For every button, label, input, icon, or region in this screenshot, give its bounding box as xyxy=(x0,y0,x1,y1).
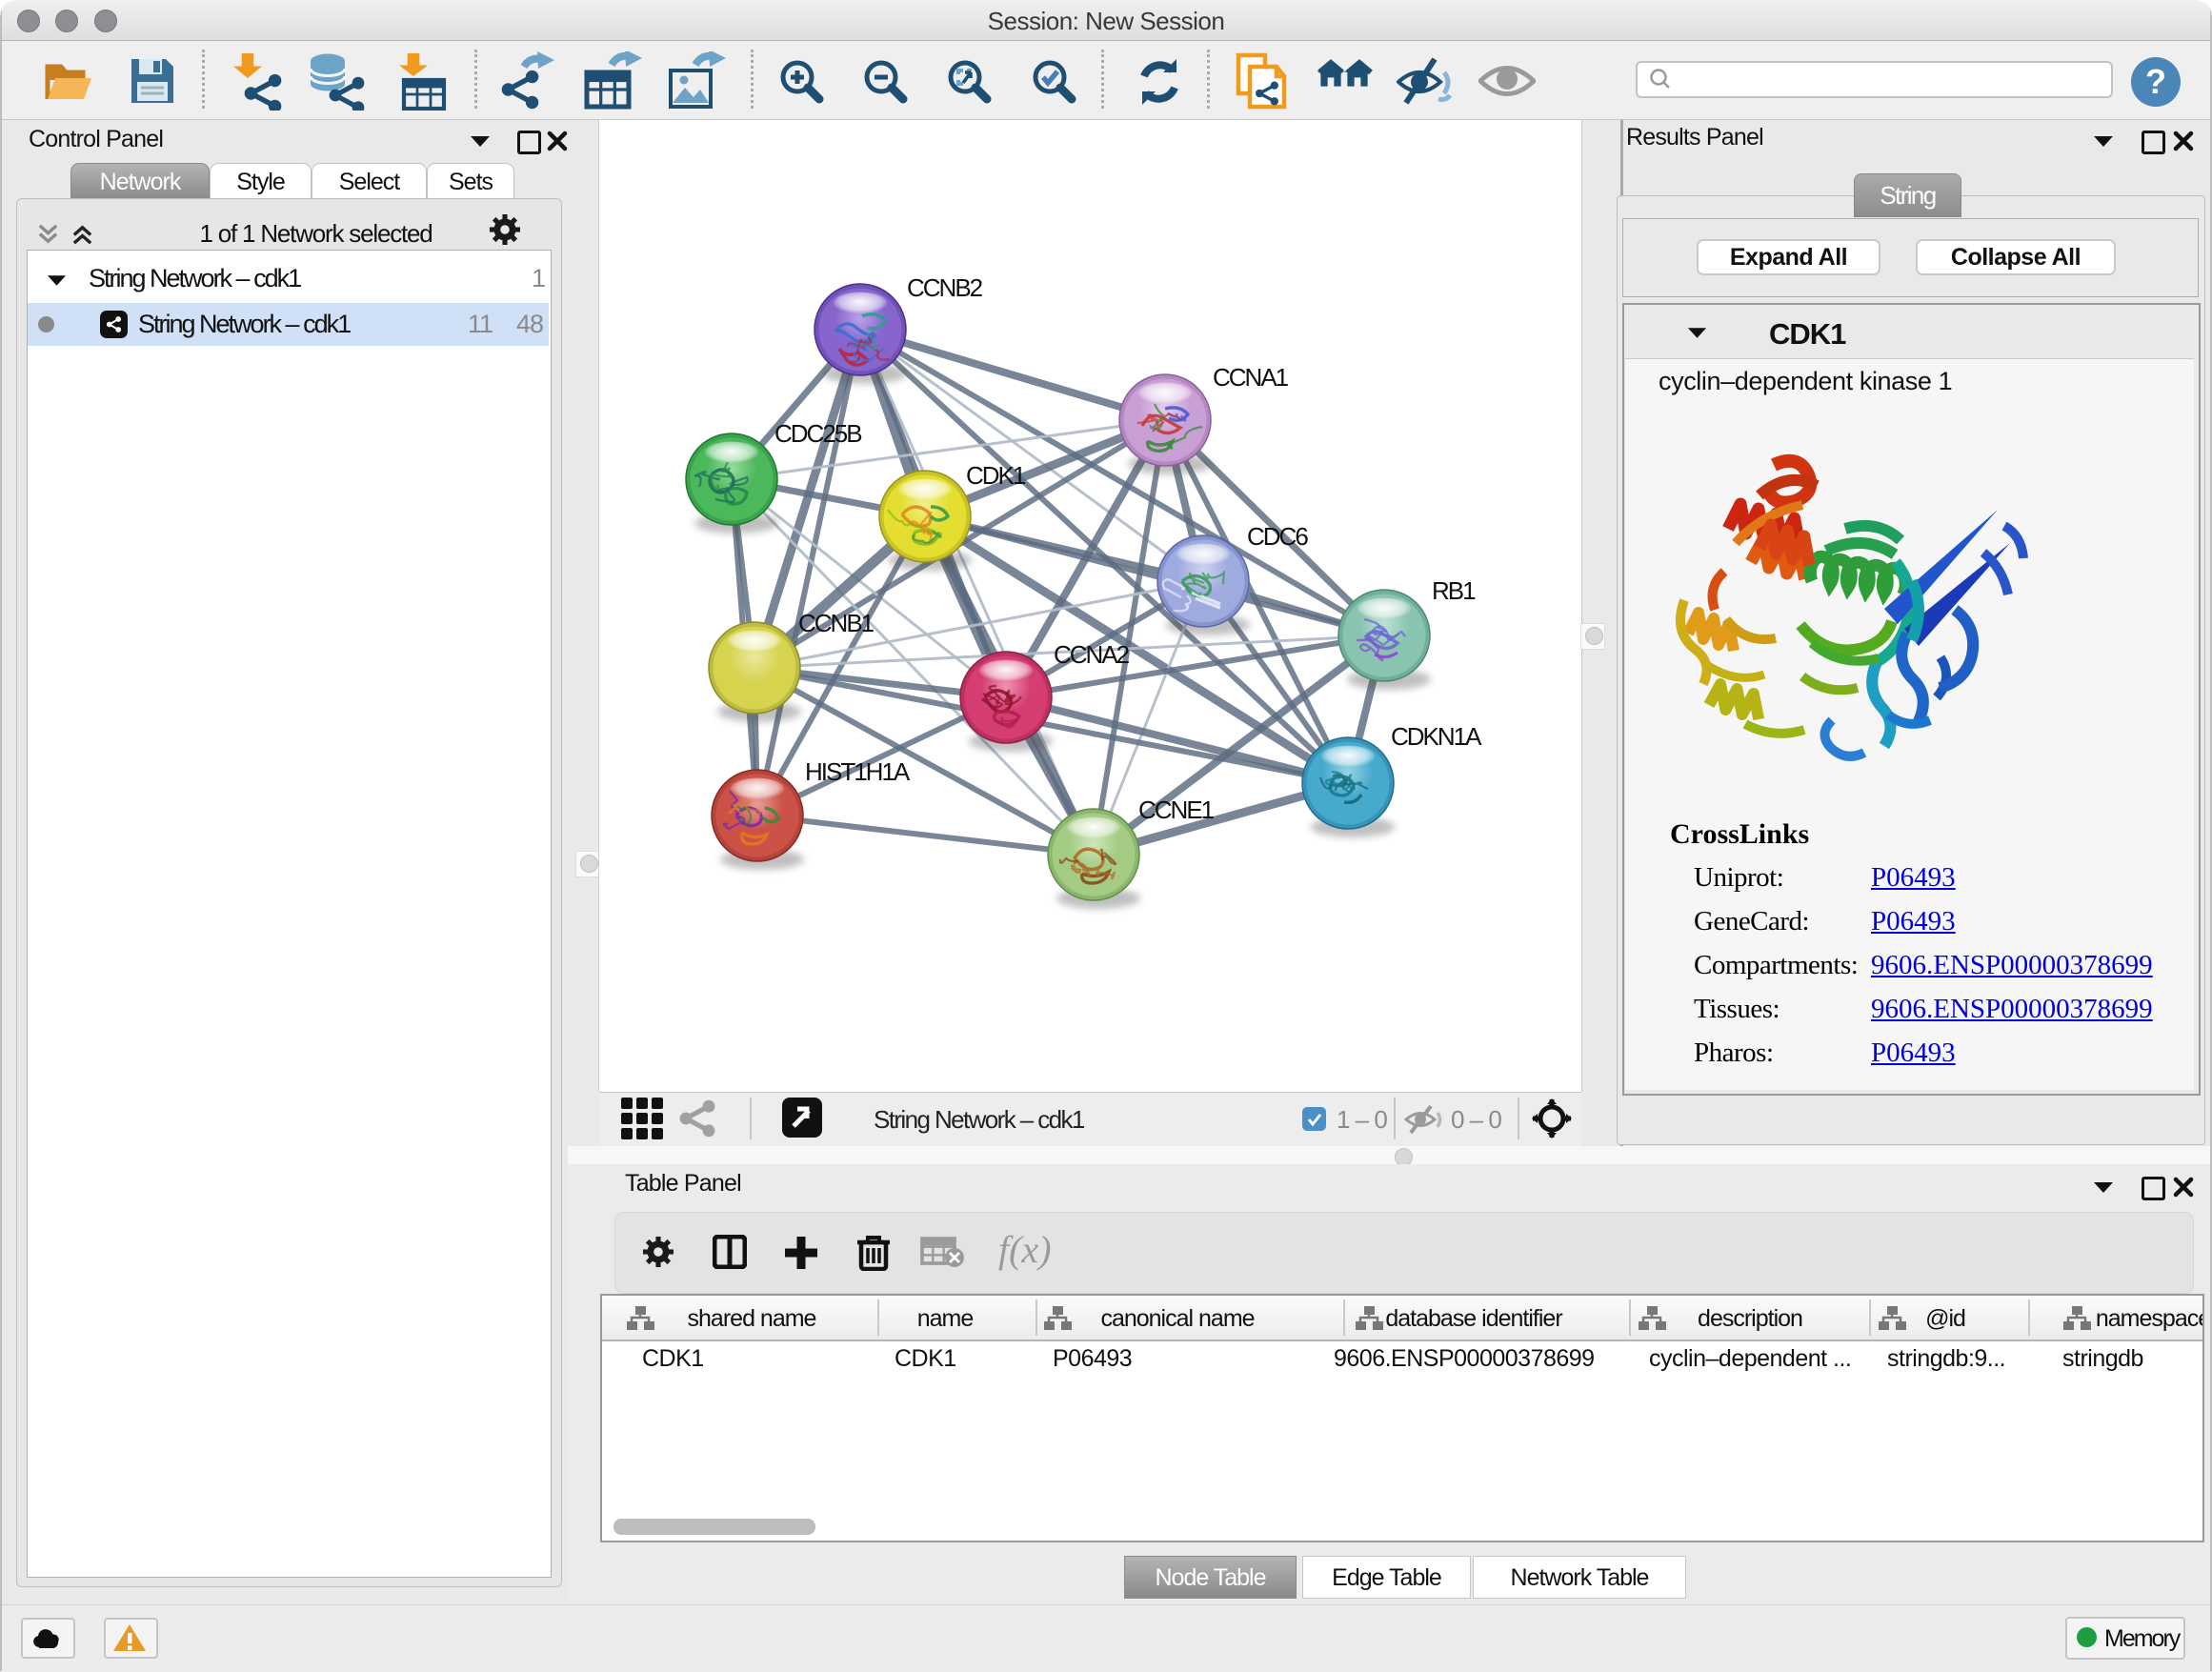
svg-text:CDK1: CDK1 xyxy=(966,461,1026,490)
svg-text:RB1: RB1 xyxy=(1432,576,1476,605)
svg-text:CCNA1: CCNA1 xyxy=(1213,363,1289,392)
svg-text:CCNE1: CCNE1 xyxy=(1138,796,1215,824)
svg-text:CDC6: CDC6 xyxy=(1247,522,1308,551)
svg-text:CDC25B: CDC25B xyxy=(774,419,861,448)
svg-text:CDKN1A: CDKN1A xyxy=(1391,722,1482,751)
svg-text:CCNA2: CCNA2 xyxy=(1054,640,1130,669)
svg-text:HIST1H1A: HIST1H1A xyxy=(805,757,911,786)
svg-text:?: ? xyxy=(2145,62,2166,101)
svg-text:CCNB1: CCNB1 xyxy=(798,609,875,637)
svg-text:CCNB2: CCNB2 xyxy=(907,273,983,302)
